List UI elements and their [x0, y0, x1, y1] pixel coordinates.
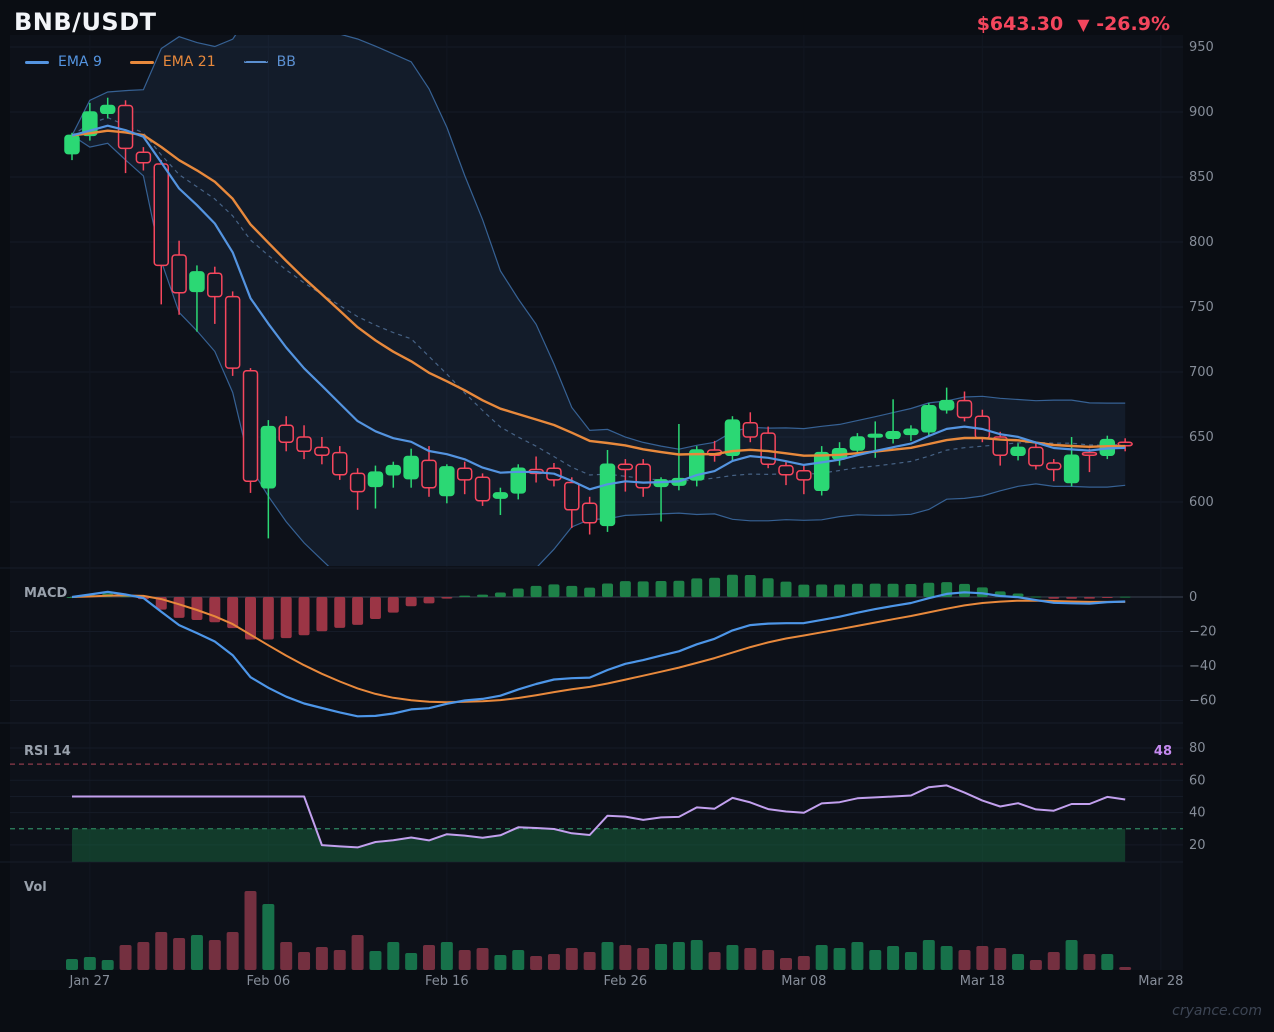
svg-text:Jan 27: Jan 27 [68, 974, 110, 989]
svg-text:20: 20 [1189, 838, 1206, 853]
svg-text:950: 950 [1189, 40, 1214, 55]
svg-text:750: 750 [1189, 300, 1214, 315]
svg-text:−20: −20 [1189, 625, 1216, 640]
svg-text:0: 0 [1189, 590, 1197, 605]
price-change: -26.9% [1096, 13, 1170, 35]
volume-panel-label: Vol [24, 880, 47, 895]
legend-item-ema21[interactable]: EMA 21 [130, 54, 216, 70]
svg-text:800: 800 [1189, 235, 1214, 250]
svg-text:Mar 18: Mar 18 [960, 974, 1005, 989]
svg-text:900: 900 [1189, 105, 1214, 120]
svg-text:80: 80 [1189, 741, 1206, 756]
macd-panel-label: MACD [24, 586, 67, 601]
svg-text:Feb 06: Feb 06 [246, 974, 290, 989]
svg-text:Feb 26: Feb 26 [603, 974, 647, 989]
svg-text:60: 60 [1189, 773, 1206, 788]
svg-text:700: 700 [1189, 365, 1214, 380]
last-price: $643.30 [977, 13, 1064, 35]
svg-text:650: 650 [1189, 430, 1214, 445]
svg-text:−60: −60 [1189, 694, 1216, 709]
legend-label: EMA 9 [58, 54, 102, 70]
svg-text:−40: −40 [1189, 659, 1216, 674]
indicator-legend: EMA 9 EMA 21 BB [25, 54, 296, 70]
bb-dashed-swatch [244, 61, 268, 63]
rsi-current-value: 48 [1154, 744, 1172, 759]
legend-label: EMA 21 [163, 54, 216, 70]
legend-label: BB [277, 54, 296, 70]
svg-text:Feb 16: Feb 16 [425, 974, 469, 989]
svg-text:600: 600 [1189, 495, 1214, 510]
legend-item-ema9[interactable]: EMA 9 [25, 54, 102, 70]
ema21-line-swatch [130, 61, 154, 64]
legend-item-bb[interactable]: BB [244, 54, 296, 70]
down-arrow-icon: ▼ [1077, 15, 1089, 34]
watermark: cryance.com [1172, 1003, 1262, 1019]
svg-text:40: 40 [1189, 806, 1206, 821]
symbol-title: BNB/USDT [14, 8, 157, 36]
rsi-panel-label: RSI 14 [24, 744, 71, 759]
chart-canvas[interactable]: 950 900 850 800 750 700 650 600 0 −20 −40 −60 80 60 40… [0, 0, 1274, 1032]
svg-text:850: 850 [1189, 170, 1214, 185]
svg-text:Mar 28: Mar 28 [1138, 974, 1183, 989]
svg-text:Mar 08: Mar 08 [781, 974, 826, 989]
trading-app: 950 900 850 800 750 700 650 600 0 −20 −40 −60 80 60 40… [0, 0, 1274, 1032]
price-ticker: $643.30 ▼ -26.9% [977, 13, 1170, 35]
ema9-line-swatch [25, 61, 49, 64]
